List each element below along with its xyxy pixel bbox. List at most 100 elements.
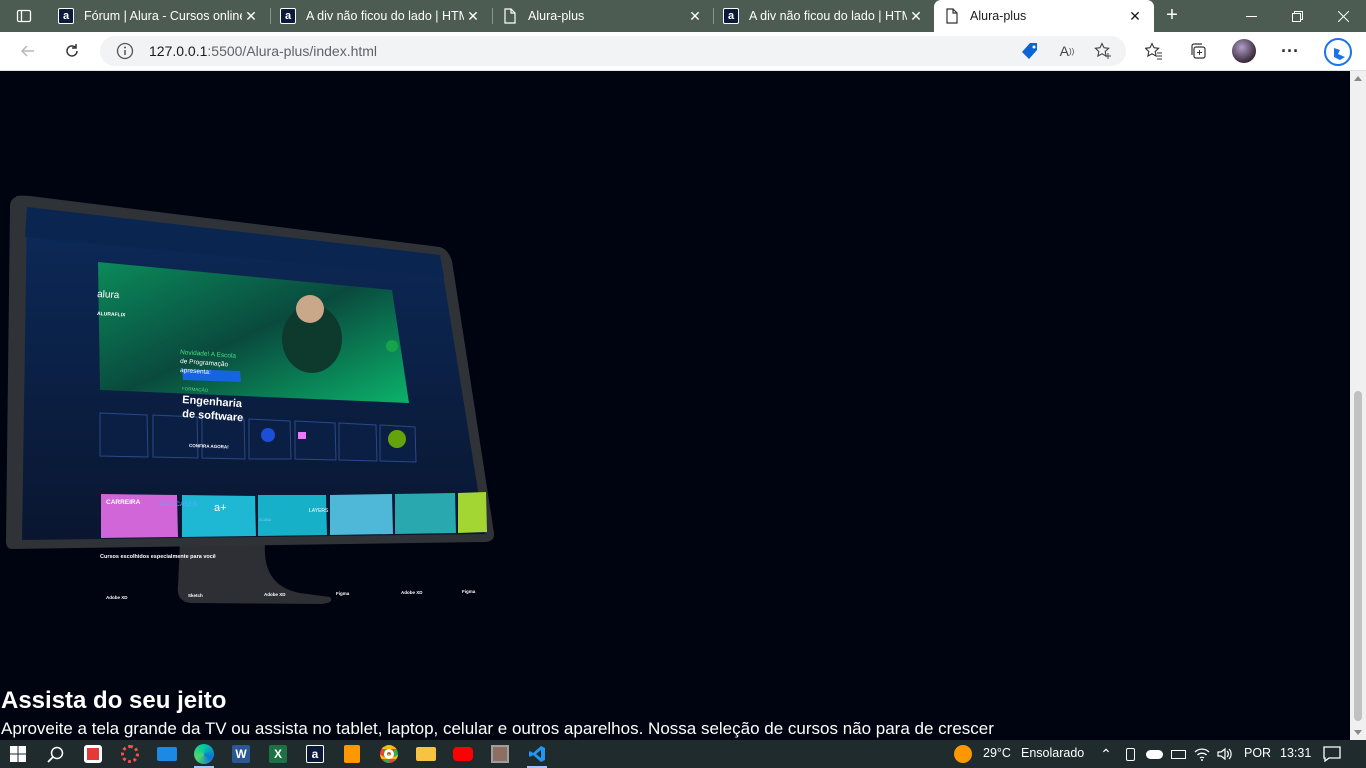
tv-category: LAYERS	[309, 508, 329, 514]
windows-icon	[10, 746, 26, 762]
search-button[interactable]	[43, 742, 67, 766]
refresh-button[interactable]	[58, 38, 86, 64]
scroll-down-icon[interactable]	[1354, 730, 1362, 735]
device-icon[interactable]	[1118, 742, 1142, 766]
notifications-button[interactable]	[1320, 742, 1344, 766]
alura-icon: a	[306, 745, 324, 763]
tv-course-label: Adobe XD	[264, 592, 286, 597]
taskbar-app[interactable]: X	[266, 742, 290, 766]
scrollbar-thumb[interactable]	[1354, 391, 1362, 721]
weather-temperature[interactable]: 29°C	[983, 746, 1011, 760]
minimize-icon	[1245, 15, 1257, 17]
url-path: :5500/Alura-plus/index.html	[207, 43, 378, 59]
alura-icon: a	[723, 8, 739, 24]
tv-category: SCUBA	[259, 518, 272, 522]
folder-icon	[416, 747, 436, 761]
profile-button[interactable]	[1230, 38, 1258, 64]
wifi-icon[interactable]	[1190, 742, 1214, 766]
new-tab-button[interactable]: +	[1158, 4, 1186, 28]
back-button[interactable]	[14, 38, 42, 64]
collections-button[interactable]	[1184, 38, 1212, 64]
volume-icon[interactable]	[1213, 742, 1237, 766]
tv-brand: alura	[97, 289, 120, 301]
taskbar-app[interactable]: W	[229, 742, 253, 766]
notifications-icon	[1323, 746, 1341, 762]
tab-title: Fórum | Alura - Cursos online	[84, 9, 242, 23]
read-aloud-icon[interactable]: A))	[1057, 41, 1077, 61]
taskbar-app-edge[interactable]	[192, 742, 216, 768]
page-icon	[502, 8, 518, 24]
tv-category: a+	[214, 502, 227, 514]
add-favorite-icon[interactable]	[1093, 41, 1113, 61]
section-heading: Assista do seu jeito	[1, 687, 227, 714]
close-tab-icon[interactable]: ✕	[464, 7, 482, 25]
tv-course-label: Figma	[462, 589, 476, 594]
tv-course-label: Adobe XD	[401, 590, 423, 595]
tv-category: alura CASES	[159, 501, 198, 508]
tab-title: A div não ficou do lado | HTM	[749, 9, 907, 23]
close-tab-icon[interactable]: ✕	[242, 7, 260, 25]
page-icon	[944, 8, 960, 24]
taskbar-app[interactable]	[451, 742, 475, 766]
tab-actions-button[interactable]	[8, 4, 40, 28]
tv-course-label: Adobe XD	[106, 595, 128, 600]
mail-app-icon	[157, 747, 177, 761]
input-language[interactable]: POR	[1244, 746, 1271, 760]
browser-toolbar: 127.0.0.1:5500/Alura-plus/index.html A))…	[0, 32, 1366, 71]
browser-tab[interactable]: Alura-plus ✕	[492, 0, 714, 32]
vscode-icon	[529, 746, 545, 762]
tab-title: A div não ficou do lado | HTM	[306, 9, 464, 23]
settings-menu-button[interactable]: ···	[1276, 38, 1304, 64]
tray-overflow-icon[interactable]: ⌃	[1094, 742, 1118, 766]
restore-button[interactable]	[1274, 0, 1320, 32]
close-window-button[interactable]	[1320, 0, 1366, 32]
bing-button[interactable]	[1322, 36, 1354, 68]
image-viewer-icon	[491, 745, 509, 763]
close-tab-icon[interactable]: ✕	[1126, 7, 1144, 25]
site-info-icon[interactable]	[116, 42, 134, 60]
taskbar-app[interactable]	[155, 742, 179, 766]
favorites-button[interactable]	[1140, 38, 1168, 64]
tab-actions-icon	[16, 9, 32, 23]
url-text[interactable]: 127.0.0.1:5500/Alura-plus/index.html	[149, 43, 377, 59]
sublime-icon	[344, 745, 360, 763]
weather-condition[interactable]: Ensolarado	[1021, 746, 1084, 760]
chrome-icon	[380, 745, 398, 763]
clock-time[interactable]: 13:31	[1280, 746, 1311, 760]
shopping-tag-icon[interactable]	[1020, 41, 1040, 61]
browser-tab[interactable]: a A div não ficou do lado | HTM ✕	[270, 0, 492, 32]
taskbar-app[interactable]	[118, 742, 142, 766]
onedrive-icon[interactable]	[1142, 742, 1166, 766]
section-description: Aproveite a tela grande da TV ou assista…	[1, 719, 994, 738]
start-button[interactable]	[6, 742, 30, 766]
close-tab-icon[interactable]: ✕	[907, 7, 925, 25]
battery-icon[interactable]	[1166, 742, 1190, 766]
tv-course-label: Sketch	[188, 593, 203, 598]
browser-tab[interactable]: a Fórum | Alura - Cursos online ✕	[48, 0, 270, 32]
taskbar-app[interactable]	[414, 742, 438, 766]
excel-icon: X	[269, 745, 287, 763]
browser-tab-active[interactable]: Alura-plus ✕	[934, 0, 1154, 32]
tv-screen-course-cards	[101, 492, 487, 538]
weather-icon[interactable]	[951, 742, 975, 766]
page-scrollbar[interactable]	[1350, 71, 1366, 740]
refresh-icon	[66, 44, 78, 57]
recorder-app-icon	[84, 745, 102, 763]
taskbar-app[interactable]: a	[303, 742, 327, 766]
taskbar-app[interactable]	[81, 742, 105, 766]
tv-category: CARREIRA	[106, 499, 141, 506]
address-bar[interactable]: 127.0.0.1:5500/Alura-plus/index.html A))	[100, 36, 1126, 66]
taskbar-app-vscode[interactable]	[525, 742, 549, 768]
taskbar-app[interactable]	[488, 742, 512, 766]
taskbar-app[interactable]	[377, 742, 401, 766]
scroll-up-icon[interactable]	[1354, 76, 1362, 81]
taskbar-app[interactable]	[340, 742, 364, 766]
word-icon: W	[232, 745, 250, 763]
youtube-icon	[453, 747, 473, 761]
search-icon	[46, 746, 63, 763]
minimize-button[interactable]	[1228, 0, 1274, 32]
tv-mockup-image: alura ALURAFLIX Novidade! A Escola de Pr…	[6, 195, 495, 604]
close-tab-icon[interactable]: ✕	[686, 7, 704, 25]
browser-tab[interactable]: a A div não ficou do lado | HTM ✕	[713, 0, 935, 32]
favorites-icon	[1145, 42, 1162, 60]
